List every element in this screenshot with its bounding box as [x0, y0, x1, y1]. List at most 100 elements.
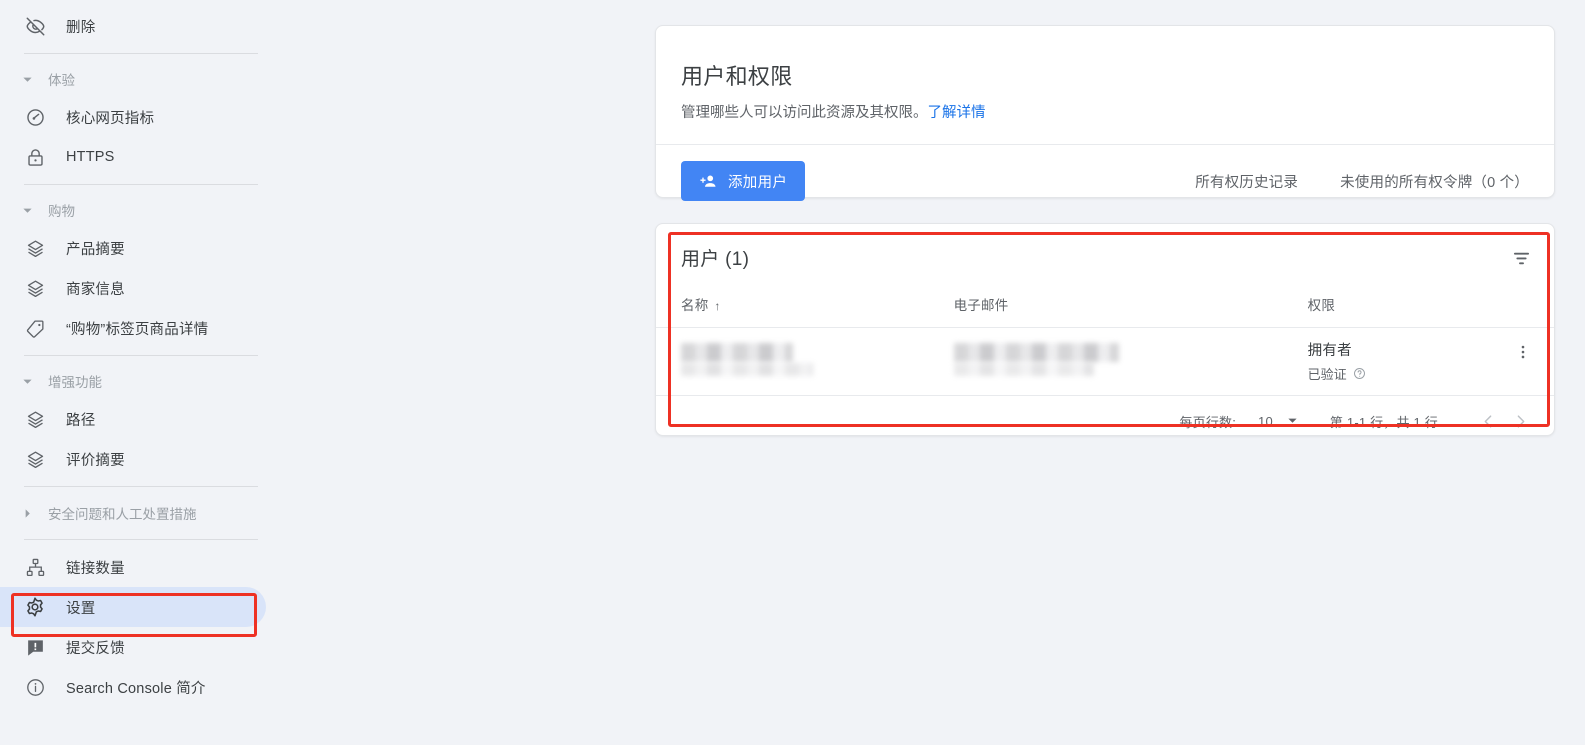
cell-user-name [656, 328, 954, 396]
sidebar-group-label: 购物 [48, 200, 75, 220]
users-table-body: 拥有者 已验证 [656, 328, 1554, 396]
sidebar-divider [24, 539, 258, 540]
sidebar-item-label: 路径 [66, 409, 95, 430]
pagination-range-text: 第 1-1 行，共 1 行 [1330, 412, 1438, 431]
sidebar-divider [24, 355, 258, 356]
redacted-user-email [954, 343, 1119, 362]
rows-per-page-value: 10 [1258, 414, 1273, 429]
sidebar-item-settings[interactable]: 设置 [0, 587, 266, 627]
main-content: 用户和权限 管理哪些人可以访问此资源及其权限。了解详情 添加用户 [290, 0, 1585, 745]
add-user-button-label: 添加用户 [728, 171, 787, 192]
sidebar-item-label: 删除 [66, 16, 95, 37]
users-permissions-header-card: 用户和权限 管理哪些人可以访问此资源及其权限。了解详情 添加用户 [655, 25, 1555, 198]
sidebar-item-merchant-listings[interactable]: 商家信息 [0, 268, 266, 308]
sidebar-item-shopping-tab-listings[interactable]: “购物”标签页商品详情 [0, 308, 266, 348]
table-pagination: 每页行数: 10 第 1-1 行，共 1 行 [656, 395, 1554, 447]
filter-icon[interactable] [1511, 244, 1532, 274]
pagination-previous-button[interactable] [1472, 406, 1504, 438]
sidebar-item-send-feedback[interactable]: 提交反馈 [0, 627, 266, 667]
sidebar-group-header-shopping[interactable]: 购物 [0, 192, 290, 228]
sidebar-item-label: Search Console 简介 [66, 677, 206, 698]
sidebar-item-label: 产品摘要 [66, 238, 125, 259]
caret-down-icon [20, 72, 34, 86]
sidebar-item-https[interactable]: HTTPS [0, 137, 266, 177]
pagination-next-button[interactable] [1504, 406, 1536, 438]
sidebar-item-label: 商家信息 [66, 278, 125, 299]
users-table-card: 用户 (1) 名称↑ 电子邮件 权限 [655, 223, 1555, 436]
page-title: 用户和权限 [656, 26, 1554, 91]
sort-ascending-icon: ↑ [714, 299, 720, 313]
eye-off-icon [24, 15, 46, 37]
sidebar-divider [24, 486, 258, 487]
sidebar-item-label: 提交反馈 [66, 637, 125, 658]
caret-right-icon [20, 506, 34, 520]
lock-icon [24, 146, 46, 168]
page-subtitle-text: 管理哪些人可以访问此资源及其权限。 [681, 105, 928, 121]
add-user-button[interactable]: 添加用户 [681, 161, 805, 201]
users-table-title: 用户 (1) [681, 244, 749, 271]
sidebar-group-label: 增强功能 [48, 371, 102, 391]
table-row[interactable]: 拥有者 已验证 [656, 328, 1554, 396]
sidebar-item-links[interactable]: 链接数量 [0, 547, 266, 587]
permission-status-label: 已验证 [1308, 364, 1347, 383]
ownership-history-link[interactable]: 所有权历史记录 [1195, 171, 1298, 192]
sidebar-group-header-enhancements[interactable]: 增强功能 [0, 363, 290, 399]
sidebar: 删除 体验 核心网页指标 [0, 0, 290, 745]
redacted-user-name-secondary [681, 363, 813, 376]
tag-icon [24, 317, 46, 339]
sidebar-item-about-search-console[interactable]: Search Console 简介 [0, 667, 266, 707]
sidebar-divider [24, 53, 258, 54]
person-add-icon [699, 172, 718, 191]
unused-ownership-tokens-link[interactable]: 未使用的所有权令牌（0 个） [1340, 171, 1529, 192]
users-table-head: 名称↑ 电子邮件 权限 [656, 294, 1554, 328]
rows-per-page-select[interactable]: 10 [1258, 414, 1298, 429]
layers-icon [24, 448, 46, 470]
column-header-actions [1492, 294, 1554, 328]
cell-user-permission: 拥有者 已验证 [1308, 328, 1493, 396]
caret-down-icon [20, 203, 34, 217]
sidebar-item-product-snippets[interactable]: 产品摘要 [0, 228, 266, 268]
permission-status: 已验证 [1308, 364, 1493, 383]
learn-more-link[interactable]: 了解详情 [928, 105, 986, 121]
sidebar-item-core-web-vitals[interactable]: 核心网页指标 [0, 97, 266, 137]
sidebar-group-label: 体验 [48, 69, 75, 89]
users-table: 名称↑ 电子邮件 权限 [656, 294, 1554, 395]
sidebar-item-label: “购物”标签页商品详情 [66, 318, 208, 339]
sidebar-section-label: 安全问题和人工处置措施 [48, 503, 197, 523]
column-header-name[interactable]: 名称↑ [656, 294, 954, 328]
info-circle-icon [24, 676, 46, 698]
kebab-menu-icon[interactable] [1492, 339, 1554, 361]
sidebar-item-label: 链接数量 [66, 557, 125, 578]
app-root: 删除 体验 核心网页指标 [0, 0, 1585, 745]
sidebar-item-label: 评价摘要 [66, 449, 125, 470]
header-actions-row: 添加用户 所有权历史记录 未使用的所有权令牌（0 个） [656, 145, 1554, 217]
layers-icon [24, 408, 46, 430]
speedometer-icon [24, 106, 46, 128]
cell-user-email [954, 328, 1308, 396]
sidebar-item-label: HTTPS [66, 149, 115, 165]
caret-down-icon [20, 374, 34, 388]
sitemap-icon [24, 556, 46, 578]
layers-icon [24, 237, 46, 259]
gear-icon [24, 596, 46, 618]
redacted-user-name [681, 343, 793, 362]
permission-value: 拥有者 [1308, 339, 1493, 360]
page-subtitle: 管理哪些人可以访问此资源及其权限。了解详情 [656, 91, 1554, 122]
redacted-user-email-secondary [954, 363, 1094, 376]
rows-per-page-label: 每页行数: [1179, 412, 1236, 431]
help-circle-icon[interactable] [1353, 367, 1366, 380]
sidebar-item-label: 设置 [66, 597, 95, 618]
column-header-permission[interactable]: 权限 [1308, 294, 1493, 328]
chevron-down-icon [1287, 414, 1298, 429]
sidebar-section-security-manual-actions[interactable]: 安全问题和人工处置措施 [0, 494, 290, 532]
sidebar-item-review-snippets[interactable]: 评价摘要 [0, 439, 266, 479]
users-table-header-row: 名称↑ 电子邮件 权限 [656, 294, 1554, 328]
sidebar-item-breadcrumbs[interactable]: 路径 [0, 399, 266, 439]
sidebar-item-removals[interactable]: 删除 [0, 6, 266, 46]
cell-row-actions [1492, 328, 1554, 396]
layers-icon [24, 277, 46, 299]
column-header-email[interactable]: 电子邮件 [954, 294, 1308, 328]
sidebar-group-header-experience[interactable]: 体验 [0, 61, 290, 97]
sidebar-divider [24, 184, 258, 185]
users-table-header: 用户 (1) [656, 224, 1554, 274]
